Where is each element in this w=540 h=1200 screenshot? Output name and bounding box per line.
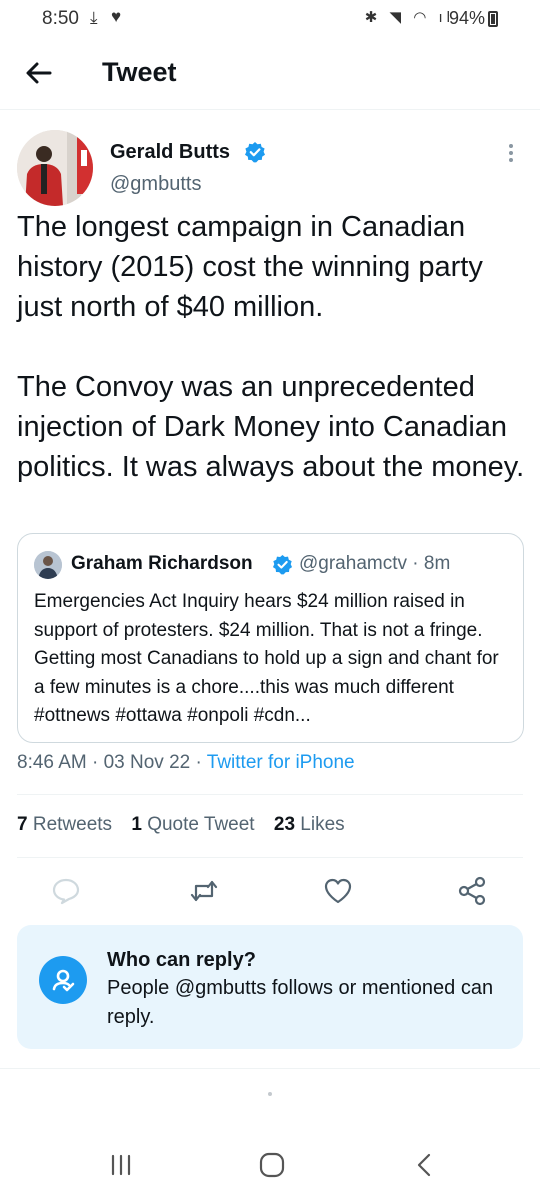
back-button[interactable]	[22, 56, 56, 90]
retweets-count: 7	[17, 814, 28, 835]
more-vertical-icon	[509, 144, 513, 148]
system-back-button[interactable]	[410, 1150, 440, 1180]
quote-author-avatar	[34, 551, 62, 579]
recent-apps-button[interactable]	[106, 1150, 136, 1180]
author-name[interactable]: Gerald Butts	[110, 141, 230, 164]
reply-restriction-icon	[39, 956, 87, 1004]
retweet-icon	[190, 880, 218, 902]
tweet-time: 8:46 AM	[17, 752, 87, 773]
reply-restriction-banner: Who can reply? People @gmbutts follows o…	[17, 925, 523, 1049]
likes-stat[interactable]: 23 Likes	[274, 814, 345, 835]
quote-author-handle: @grahamctv	[299, 553, 407, 574]
quoted-tweet-card[interactable]: Graham Richardson @grahamctv · 8m Emerge…	[17, 533, 524, 743]
share-icon	[458, 876, 486, 906]
quote-author-name: Graham Richardson	[71, 553, 253, 574]
top-bar: Tweet	[0, 40, 540, 110]
author-avatar[interactable]	[17, 130, 93, 206]
more-options-button[interactable]	[503, 141, 519, 167]
divider	[17, 857, 523, 858]
tweet-source-link[interactable]: Twitter for iPhone	[207, 752, 355, 773]
heart-notification-icon: ♥	[111, 7, 122, 26]
tweet-meta: 8:46 AM · 03 Nov 22 · Twitter for iPhone	[17, 752, 355, 773]
chevron-left-icon	[417, 1153, 431, 1177]
share-button[interactable]	[456, 875, 488, 907]
download-icon: ⤓	[90, 8, 98, 27]
verified-badge-icon	[272, 554, 293, 575]
heart-icon	[324, 878, 352, 904]
home-button[interactable]	[257, 1150, 287, 1180]
divider	[0, 1068, 540, 1069]
battery-percent: 94%	[449, 8, 486, 28]
quotes-count: 1	[131, 814, 142, 835]
status-time: 8:50	[42, 8, 79, 29]
like-button[interactable]	[322, 875, 354, 907]
status-bar: 8:50 ⤓ ♥ ✱ ◥ ◠ ıl 94%	[0, 0, 540, 38]
quotes-label: Quote Tweet	[147, 814, 255, 835]
recent-apps-icon	[111, 1154, 131, 1176]
verified-badge-icon	[244, 141, 266, 163]
divider	[17, 794, 523, 795]
tweet-stats: 7 Retweets 1 Quote Tweet 23 Likes	[17, 814, 345, 836]
system-status-icons: ✱ ◥ ◠ ıl	[364, 9, 454, 26]
page-indicator-dot	[268, 1092, 272, 1096]
page-title: Tweet	[102, 57, 177, 87]
reply-button[interactable]	[50, 875, 82, 907]
avatar-image	[17, 130, 93, 206]
battery-icon	[488, 11, 498, 27]
arrow-left-icon	[26, 62, 52, 84]
tweet-date: 03 Nov 22	[103, 752, 191, 773]
likes-count: 23	[273, 814, 296, 835]
reply-icon	[52, 878, 80, 905]
quote-author-meta: @grahamctv · 8m	[299, 553, 451, 574]
retweets-stat[interactable]: 7 Retweets	[17, 814, 112, 835]
quote-text: Emergencies Act Inquiry hears $24 millio…	[34, 591, 499, 726]
reply-restriction-text: People @gmbutts follows or mentioned can…	[107, 977, 494, 1028]
retweets-label: Retweets	[32, 814, 113, 835]
quotes-stat[interactable]: 1 Quote Tweet	[131, 814, 254, 835]
quote-age: 8m	[423, 553, 451, 574]
retweet-button[interactable]	[188, 875, 220, 907]
system-nav-bar	[0, 1130, 540, 1200]
reply-restriction-title: Who can reply?	[107, 949, 256, 971]
tweet-text: The longest campaign in Canadian history…	[17, 211, 525, 483]
author-handle[interactable]: @gmbutts	[110, 173, 201, 196]
home-icon	[259, 1152, 285, 1178]
likes-label: Likes	[300, 814, 345, 835]
